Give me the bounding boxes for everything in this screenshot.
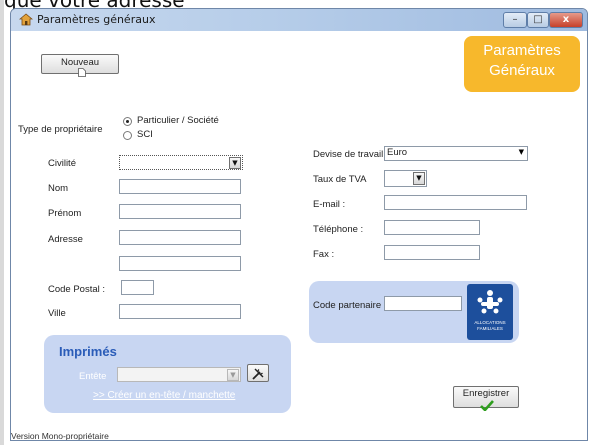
prenom-field[interactable] — [119, 204, 241, 219]
chevron-down-icon[interactable]: ▼ — [519, 148, 524, 156]
version-status: Version Mono-propriétaire — [11, 431, 109, 441]
devise-label: Devise de travail — [313, 149, 384, 160]
save-button[interactable]: Enregistrer — [453, 386, 519, 411]
radio-sci[interactable] — [123, 131, 132, 140]
house-icon — [19, 13, 33, 26]
caf-logo-text: ALLOCATIONS FAMILIALES — [467, 320, 513, 332]
entete-label: Entête — [79, 371, 107, 382]
telephone-field[interactable] — [384, 220, 480, 235]
tools-icon — [252, 368, 264, 380]
window-title: Paramètres généraux — [37, 13, 156, 26]
checkmark-icon — [480, 400, 494, 411]
devise-value: Euro — [387, 147, 408, 158]
telephone-label: Téléphone : — [313, 224, 364, 235]
chevron-down-icon[interactable]: ▼ — [413, 172, 425, 185]
family-icon — [477, 290, 503, 314]
header-badge-line2: Généraux — [489, 62, 555, 79]
entete-select[interactable]: ▼ — [117, 367, 241, 382]
caf-logo-line2: FAMILIALES — [477, 326, 503, 331]
maximize-button[interactable]: □ — [527, 12, 549, 28]
tva-select[interactable]: ▼ — [384, 170, 427, 187]
civilite-select[interactable]: ▼ — [119, 155, 243, 170]
devise-select[interactable]: Euro ▼ — [384, 146, 528, 161]
chevron-down-icon[interactable]: ▼ — [227, 369, 239, 381]
create-header-link[interactable]: >> Créer un en-tête / manchette — [93, 390, 235, 401]
new-button[interactable]: Nouveau — [41, 54, 119, 77]
caf-logo: ALLOCATIONS FAMILIALES — [467, 284, 513, 340]
fax-field[interactable] — [384, 245, 480, 260]
save-button-label: Enregistrer — [462, 388, 510, 399]
background-edge — [0, 0, 4, 445]
owner-type-label: Type de propriétaire — [18, 124, 103, 135]
adresse-line1-field[interactable] — [119, 230, 241, 245]
nom-field[interactable] — [119, 179, 241, 194]
header-badge-text: Paramètres Généraux — [464, 41, 580, 81]
close-button[interactable]: x — [549, 12, 583, 28]
email-field[interactable] — [384, 195, 527, 210]
tva-label: Taux de TVA — [313, 174, 367, 185]
code-postal-label: Code Postal : — [48, 284, 106, 295]
code-postal-field[interactable] — [121, 280, 154, 295]
radio-particulier-label[interactable]: Particulier / Société — [137, 115, 219, 126]
settings-window: Paramètres généraux – □ x Nouveau Paramè… — [10, 8, 588, 441]
new-button-label: Nouveau — [60, 57, 100, 68]
partner-code-label: Code partenaire — [313, 300, 382, 311]
nom-label: Nom — [48, 183, 69, 194]
adresse-label: Adresse — [48, 234, 83, 245]
civilite-label: Civilité — [48, 158, 76, 169]
new-document-icon — [78, 68, 86, 77]
client-area: Nouveau Paramètres Généraux Type de prop… — [11, 31, 587, 441]
header-badge-line1: Paramètres — [483, 42, 561, 59]
ville-label: Ville — [48, 308, 66, 319]
fax-label: Fax : — [313, 249, 335, 260]
chevron-down-icon[interactable]: ▼ — [229, 157, 241, 169]
tools-button[interactable] — [247, 364, 269, 382]
imprimes-title: Imprimés — [59, 344, 117, 359]
radio-particulier[interactable] — [123, 117, 132, 126]
partner-code-field[interactable] — [384, 296, 462, 311]
email-label: E-mail : — [313, 199, 346, 210]
prenom-label: Prénom — [48, 208, 82, 219]
radio-sci-label[interactable]: SCI — [137, 129, 153, 140]
minimize-button[interactable]: – — [503, 12, 527, 28]
ville-field[interactable] — [119, 304, 241, 319]
title-bar[interactable]: Paramètres généraux – □ x — [11, 9, 587, 31]
adresse-line2-field[interactable] — [119, 256, 241, 271]
